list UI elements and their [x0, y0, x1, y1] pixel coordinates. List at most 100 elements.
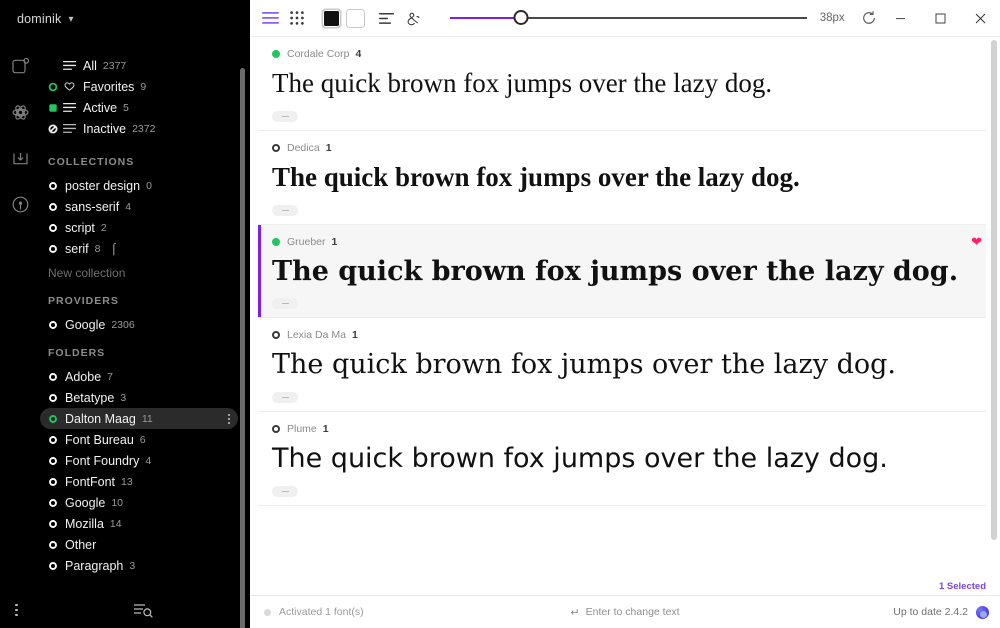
- font-row-header: Cordale Corp 4: [258, 47, 986, 61]
- sidebar-item-label: Google: [65, 495, 106, 510]
- ring-icon: [48, 372, 58, 382]
- heart-icon: [63, 82, 76, 91]
- close-icon[interactable]: [960, 0, 1000, 37]
- font-row[interactable]: Cordale Corp 4 The quick brown fox jumps…: [258, 37, 986, 131]
- sidebar-item-active[interactable]: Active 5: [40, 97, 238, 118]
- font-row[interactable]: Plume 1 The quick brown fox jumps over t…: [258, 412, 986, 506]
- font-preview-text[interactable]: The quick brown fox jumps over the lazy …: [258, 161, 986, 195]
- list-view-icon[interactable]: [258, 5, 283, 31]
- font-size-value: 38px: [819, 12, 845, 24]
- sidebar-item-fontfont[interactable]: FontFont 13: [40, 471, 238, 492]
- ring-icon: [48, 540, 58, 550]
- broadcast-activity-icon[interactable]: [10, 194, 31, 215]
- inactive-markers: [48, 124, 76, 134]
- list-icon: [63, 61, 76, 70]
- dark-swatch-button[interactable]: [323, 9, 341, 27]
- sidebar-item-google-provider[interactable]: Google 2306: [40, 314, 238, 335]
- ring-icon: [48, 435, 58, 445]
- more-vertical-icon[interactable]: [228, 412, 232, 426]
- sidebar-item-font-foundry[interactable]: Font Foundry 4: [40, 450, 238, 471]
- sidebar-item-dalton-maag[interactable]: Dalton Maag 11: [40, 408, 238, 429]
- sidebar-item-count: 0: [146, 179, 152, 192]
- font-style-count: 1: [322, 423, 329, 435]
- sidebar-item-adobe[interactable]: Adobe 7: [40, 366, 238, 387]
- grid-view-icon[interactable]: [284, 5, 309, 31]
- chevron-down-icon: ▾: [68, 14, 74, 25]
- reset-rotate-icon[interactable]: [859, 7, 880, 29]
- inactive-status-icon[interactable]: [272, 425, 280, 433]
- user-name: dominik: [17, 12, 62, 26]
- sidebar-item-count: 4: [145, 454, 152, 467]
- list-icon: [63, 124, 76, 133]
- font-name: Grueber: [287, 235, 326, 248]
- font-preview-text[interactable]: The quick brown fox jumps over the lazy …: [258, 348, 986, 382]
- font-tag-chip[interactable]: [272, 392, 298, 403]
- favorite-heart-icon[interactable]: ❤: [971, 235, 982, 248]
- light-swatch-button[interactable]: [347, 9, 365, 27]
- sidebar-item-betatype[interactable]: Betatype 3: [40, 387, 238, 408]
- font-tag-chip[interactable]: [272, 204, 298, 216]
- minimize-icon[interactable]: [880, 0, 920, 37]
- font-tag-chip[interactable]: [272, 110, 298, 122]
- more-vertical-icon[interactable]: [15, 601, 18, 619]
- active-status-icon[interactable]: [272, 50, 280, 58]
- font-style-count: 1: [331, 235, 338, 248]
- sidebar-item-label: All: [83, 58, 97, 73]
- sidebar-scrollbar[interactable]: [240, 68, 245, 628]
- font-row[interactable]: Lexia Da Ma 1 The quick brown fox jumps …: [258, 318, 986, 412]
- active-status-icon[interactable]: [272, 237, 280, 246]
- sidebar-footer: [0, 592, 250, 628]
- status-bar: Activated 1 font(s) ↵ Enter to change te…: [250, 595, 1000, 628]
- sidebar-item-all[interactable]: All 2377: [40, 55, 238, 76]
- list-search-icon[interactable]: [132, 602, 154, 618]
- sidebar-item-count: 7: [107, 370, 113, 383]
- sidebar-item-sans-serif[interactable]: sans-serif 4: [40, 196, 238, 217]
- atom-settings-icon[interactable]: [10, 102, 31, 123]
- square-green-icon: [48, 103, 58, 113]
- status-right[interactable]: Up to date 2.4.2: [893, 605, 1000, 619]
- sidebar-item-mozilla[interactable]: Mozilla 14: [40, 513, 238, 534]
- sidebar-item-google-folder[interactable]: Google 10: [40, 492, 238, 513]
- font-row[interactable]: Grueber 1 ❤ The quick brown fox jumps ov…: [258, 224, 986, 319]
- sidebar-item-paragraph[interactable]: Paragraph 3: [40, 555, 238, 576]
- font-tag-chip[interactable]: [272, 485, 298, 497]
- user-account-switcher[interactable]: dominik ▾: [0, 0, 250, 38]
- sidebar-item-count: 11: [141, 412, 153, 425]
- inactive-status-icon[interactable]: [272, 143, 280, 152]
- text-align-icon[interactable]: [373, 5, 398, 31]
- sidebar-item-favorites[interactable]: Favorites 9: [40, 76, 238, 97]
- font-preview-text[interactable]: The quick brown fox jumps over the lazy …: [258, 67, 986, 101]
- ampersand-glyph-icon[interactable]: [400, 5, 425, 31]
- sidebar-body: All 2377 Favorites 9 Active 5 Inactive 2…: [0, 38, 250, 628]
- new-collection-button[interactable]: New collection: [48, 263, 238, 283]
- font-row[interactable]: Dedica 1 The quick brown fox jumps over …: [258, 131, 986, 225]
- slider-thumb[interactable]: [513, 10, 529, 25]
- import-download-icon[interactable]: [10, 148, 31, 169]
- font-style-count: 4: [355, 48, 362, 60]
- sidebar-item-label: FontFont: [65, 474, 116, 489]
- inactive-status-icon[interactable]: [272, 331, 280, 340]
- font-tag-chip[interactable]: [272, 298, 298, 310]
- sidebar-item-other[interactable]: Other: [40, 534, 238, 555]
- slider-fill: [449, 17, 522, 19]
- main-scrollbar[interactable]: [991, 40, 997, 540]
- sidebar-item-script[interactable]: script 2: [40, 217, 238, 238]
- sidebar-item-inactive[interactable]: Inactive 2372: [40, 118, 238, 139]
- sidebar-item-poster-design[interactable]: poster design 0: [40, 175, 238, 196]
- font-size-slider[interactable]: [449, 5, 807, 31]
- font-name: Plume: [287, 423, 317, 435]
- spacer-marker: [48, 61, 58, 71]
- maximize-icon[interactable]: [920, 0, 960, 37]
- font-preview-text[interactable]: The quick brown fox jumps over the lazy …: [258, 442, 986, 476]
- font-row-header: Dedica 1: [258, 141, 986, 155]
- font-list[interactable]: Cordale Corp 4 The quick brown fox jumps…: [250, 37, 1000, 595]
- font-preview-text[interactable]: The quick brown fox jumps over the lazy …: [258, 255, 986, 289]
- fonts-icon[interactable]: [10, 56, 31, 77]
- toolbar: 38px: [250, 0, 1000, 37]
- sidebar-item-label: Inactive: [83, 121, 127, 136]
- all-markers: [48, 61, 76, 71]
- font-name: Dedica: [287, 141, 320, 154]
- text-cursor-icon: ⌠: [110, 242, 118, 255]
- sidebar-item-serif[interactable]: serif 8 ⌠: [40, 238, 238, 259]
- sidebar-item-font-bureau[interactable]: Font Bureau 6: [40, 429, 238, 450]
